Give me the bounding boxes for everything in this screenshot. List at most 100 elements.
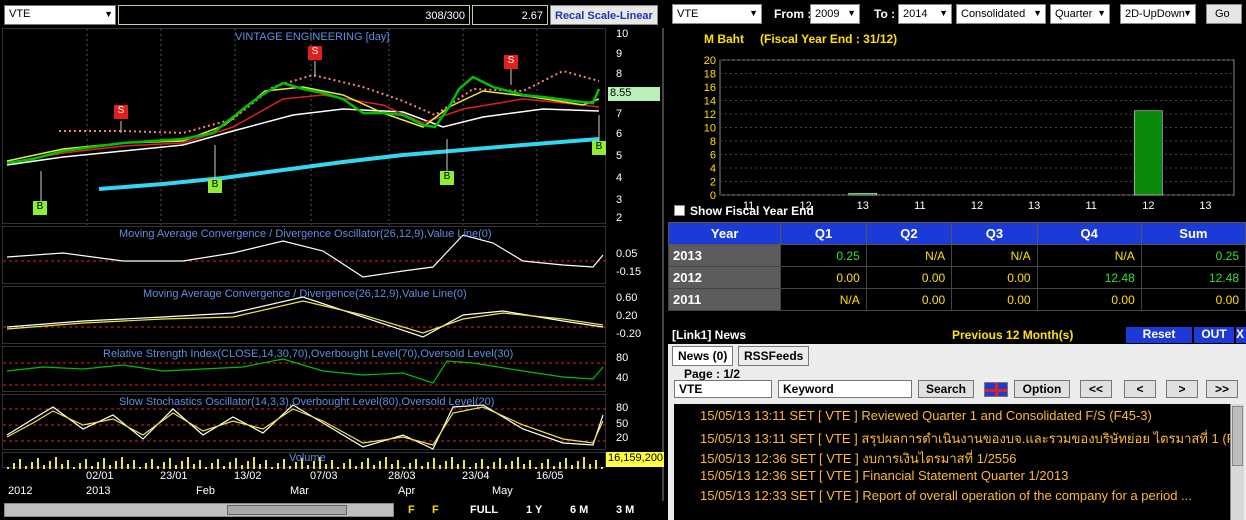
next-page-button[interactable]: > [1166, 380, 1198, 398]
range-full-button[interactable]: FULL [470, 504, 498, 516]
list-item[interactable]: 15/05/13 13:11 SET [ VTE ] สรุปผลการดำเน… [700, 428, 1230, 449]
x-tick-label: 11 [914, 200, 925, 212]
macd-oscillator-axis: 0.05 -0.15 [616, 248, 642, 278]
keyword-input[interactable]: Keyword [778, 380, 912, 398]
volume-bar [331, 460, 333, 469]
volume-bar [481, 459, 483, 469]
volume-bar [349, 459, 351, 469]
ma-white-line [6, 108, 600, 166]
y-tick-label: 4 [710, 163, 716, 175]
consolidated-select[interactable]: Consolidated ▼ [956, 4, 1046, 24]
table-row: 2012 0.00 0.00 0.00 12.48 12.48 [667, 266, 1246, 289]
volume-value: 16,159,200 [606, 452, 664, 467]
chevron-down-icon: ▼ [847, 8, 856, 18]
stochastics-pane[interactable]: Slow Stochastics Oscillator(14,3,3),Over… [2, 394, 607, 450]
recal-scale-button[interactable]: Recal Scale-Linear [550, 5, 658, 25]
x-tick-label: 13 [857, 200, 869, 212]
volume-bar [379, 461, 381, 469]
y-tick-label: 20 [704, 55, 716, 67]
range-6m-button[interactable]: 6 M [570, 504, 588, 516]
chart-panel: VTE ▼ 308/300 2.67 Recal Scale-Linear VI… [0, 0, 664, 520]
volume-bar [19, 459, 21, 469]
volume-bar [151, 459, 153, 469]
volume-bar [55, 457, 57, 469]
macd-oscillator-pane[interactable]: Moving Average Convergence / Divergence … [2, 226, 607, 284]
y-tick-label: 18 [704, 69, 716, 81]
value-box: 2.67 [472, 5, 548, 25]
volume-bar [121, 457, 123, 469]
language-flag-icon[interactable] [984, 382, 1008, 397]
volume-bar [595, 460, 597, 469]
macd-pane[interactable]: Moving Average Convergence / Divergence(… [2, 286, 607, 344]
range-3m-button[interactable]: 3 M [616, 504, 634, 516]
date-axis: 02/01 23/01 13/02 07/03 28/03 23/04 16/0… [8, 470, 564, 497]
x-tick-label: 12 [971, 200, 983, 212]
macd-oscillator-title: Moving Average Convergence / Divergence … [119, 228, 492, 240]
list-item[interactable]: 15/05/13 12:33 SET [ VTE ] Report of ove… [700, 488, 1192, 503]
sell-marker: S [308, 46, 322, 60]
first-page-button[interactable]: << [1080, 380, 1112, 398]
x-tick-label: 13 [1028, 200, 1040, 212]
fin-symbol-select[interactable]: VTE ▼ [672, 4, 762, 24]
x-tick-label: 12 [1142, 200, 1154, 212]
news-area: News (0) RSSFeeds Page : 1/2 VTE Keyword… [668, 344, 1246, 520]
from-year-select[interactable]: 2009 ▼ [810, 4, 860, 24]
volume-bar [115, 461, 117, 469]
from-label: From : [774, 7, 812, 21]
buy-marker: B [208, 179, 222, 193]
rsi-axis: 80 40 [616, 352, 629, 384]
buy-marker: B [592, 141, 606, 155]
chart-scrollbar[interactable] [4, 503, 394, 517]
scrollbar-thumb[interactable] [1232, 406, 1243, 466]
to-year-select[interactable]: 2014 ▼ [898, 4, 952, 24]
range-1y-button[interactable]: 1 Y [526, 504, 542, 516]
ma-red-line [6, 94, 600, 164]
last-price-label: 8.55 [608, 87, 660, 101]
show-fiscal-checkbox[interactable] [674, 205, 685, 216]
volume-bar [49, 461, 51, 469]
list-item[interactable]: 15/05/13 12:36 SET [ VTE ] Financial Sta… [700, 468, 1068, 483]
out-button[interactable]: OUT [1194, 327, 1234, 343]
buy-marker: B [33, 201, 47, 215]
last-page-button[interactable]: >> [1206, 380, 1238, 398]
volume-bar [181, 461, 183, 469]
volume-bar [427, 462, 429, 469]
news-scrollbar[interactable] [1230, 404, 1244, 520]
table-header-row: Year Q1 Q2 Q3 Q4 Sum [667, 222, 1246, 245]
news-symbol-input[interactable]: VTE [674, 380, 772, 398]
search-button[interactable]: Search [918, 380, 974, 398]
financial-panel: VTE ▼ From : 2009 ▼ To : 2014 ▼ Consolid… [667, 0, 1246, 520]
volume-bar [97, 462, 99, 469]
option-button[interactable]: Option [1014, 380, 1070, 398]
prev-page-button[interactable]: < [1124, 380, 1156, 398]
count-box: 308/300 [118, 5, 470, 25]
tab-rssfeeds[interactable]: RSSFeeds [738, 346, 810, 366]
volume-bar [547, 459, 549, 469]
rsi-pane[interactable]: Relative Strength Index(CLOSE,14,30,70),… [2, 346, 607, 392]
zoom-out-icon[interactable]: F [432, 504, 439, 516]
volume-pane[interactable]: Volume [2, 452, 606, 469]
reset-button[interactable]: Reset [1126, 327, 1192, 343]
volume-bar [217, 459, 219, 469]
y-tick-label: 0 [710, 190, 716, 202]
volume-bar [445, 461, 447, 469]
y-tick-label: 14 [704, 96, 716, 108]
symbol-select[interactable]: VTE ▼ [4, 5, 116, 25]
zoom-in-icon[interactable]: F [408, 504, 415, 516]
period-select[interactable]: Quarter ▼ [1050, 4, 1110, 24]
volume-bar [187, 457, 189, 469]
go-button[interactable]: Go [1206, 4, 1242, 24]
tab-news[interactable]: News (0) [672, 346, 734, 366]
price-pane[interactable]: VINTAGE ENGINEERING [day] B B B B S S S [2, 28, 606, 225]
list-item[interactable]: 15/05/13 12:36 SET [ VTE ] งบการเงินไตรม… [700, 448, 1017, 469]
volume-bar [37, 458, 39, 469]
financial-bar-chart: M Baht (Fiscal Year End : 31/12) 0 2 4 6 8 10… [668, 30, 1246, 220]
volume-bar [565, 458, 567, 469]
to-label: To : [874, 7, 896, 21]
view-select[interactable]: 2D-UpDown ▼ [1120, 4, 1196, 24]
volume-bar [493, 462, 495, 469]
scrollbar-thumb[interactable] [227, 505, 347, 515]
close-icon[interactable]: X [1236, 327, 1246, 343]
volume-bar [283, 459, 285, 469]
list-item[interactable]: 15/05/13 13:11 SET [ VTE ] Reviewed Quar… [700, 408, 1152, 423]
